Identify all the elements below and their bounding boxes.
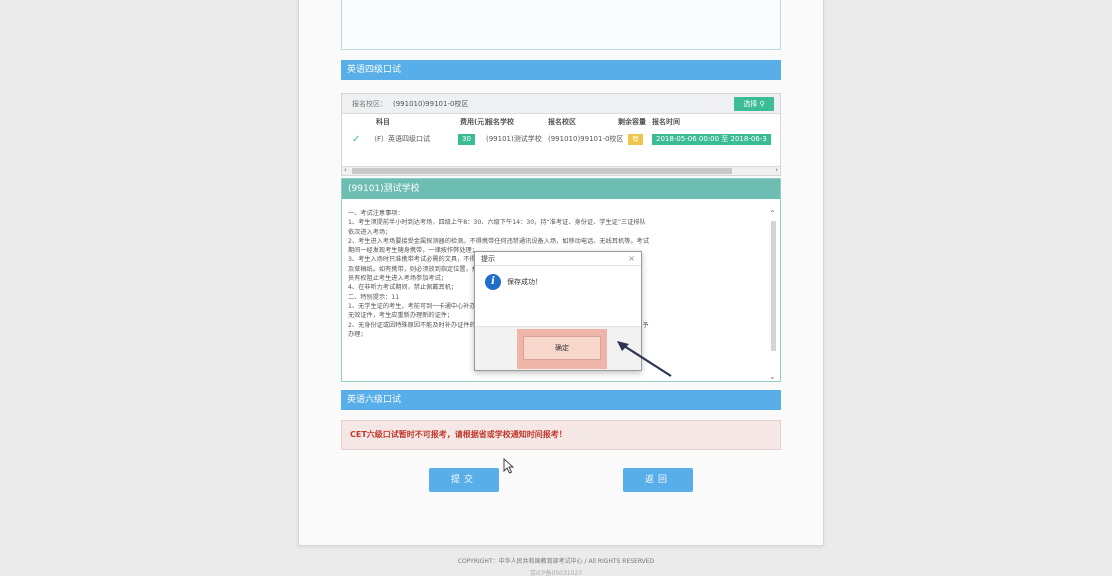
cet6-alert: CET六级口试暂时不可报考，请根据省或学校通知时间报考！ bbox=[341, 420, 781, 450]
cet6-alert-text: CET六级口试暂时不可报考，请根据省或学校通知时间报考！ bbox=[350, 430, 567, 439]
top-content-box bbox=[341, 0, 781, 50]
table-row[interactable]: ✓ （F）英语四级口试 30 (99101)测试学校 (991010)99101… bbox=[342, 131, 780, 148]
scrollbar-thumb[interactable] bbox=[771, 221, 776, 351]
col-school: 报名学校 bbox=[486, 118, 514, 126]
dialog-message: 保存成功！ bbox=[507, 278, 542, 286]
campus-panel: 报名校区： (991010)99101-0校区 选择 ⚲ 科目 费用(元) 报名学… bbox=[341, 93, 781, 176]
notice-line: 1、考生须提前半小时到达考场，四级上午8：30、六级下午14：30，持“准考证、… bbox=[348, 219, 646, 227]
cet4-section-title: 英语四级口试 bbox=[347, 65, 402, 75]
scrollbar-thumb[interactable] bbox=[352, 168, 732, 174]
mouse-cursor-icon bbox=[503, 458, 515, 474]
annotation-arrow-icon bbox=[617, 341, 672, 377]
notice-line: 2、考生进入考场要接受金属探测器的检测。不得携带任何违禁通讯设备入场，如移动电话… bbox=[348, 237, 649, 245]
cell-subject: （F）英语四级口试 bbox=[370, 135, 431, 143]
ok-button[interactable]: 确定 bbox=[523, 336, 601, 360]
notice-line: 依次进入考场； bbox=[348, 228, 392, 236]
school-title: (99101)测试学校 bbox=[342, 179, 780, 199]
choose-campus-button[interactable]: 选择 ⚲ bbox=[734, 97, 774, 111]
vertical-scrollbar[interactable]: ⌃ ⌄ bbox=[769, 209, 778, 381]
choose-button-label: 选择 bbox=[743, 100, 758, 108]
info-icon: i bbox=[485, 274, 501, 290]
col-subject: 科目 bbox=[376, 118, 390, 126]
ok-button-label: 确定 bbox=[555, 344, 569, 352]
notice-line: 一、考试注意事项： bbox=[348, 210, 404, 217]
scroll-down-icon[interactable]: ⌄ bbox=[769, 372, 776, 381]
col-time: 报名时间 bbox=[652, 118, 680, 126]
col-fee: 费用(元) bbox=[460, 118, 488, 126]
campus-row: 报名校区： (991010)99101-0校区 选择 ⚲ bbox=[342, 94, 780, 114]
footer: COPYRIGHT：中华人民共和国教育部考试中心 / All RIGHTS RE… bbox=[0, 556, 1112, 576]
col-remaining: 剩余容量 bbox=[618, 118, 646, 126]
dialog-title-bar: 提示 × bbox=[475, 252, 641, 266]
back-button[interactable]: 返回 bbox=[623, 468, 693, 492]
submit-button[interactable]: 提交 bbox=[429, 468, 499, 492]
campus-value: (991010)99101-0校区 bbox=[393, 100, 469, 108]
scroll-left-icon[interactable]: ‹ bbox=[344, 166, 347, 174]
search-icon: ⚲ bbox=[759, 100, 765, 108]
cet6-section-header: 英语六级口试 bbox=[341, 390, 781, 410]
submit-button-label: 提交 bbox=[450, 475, 477, 485]
cell-fee: 30 bbox=[458, 134, 475, 145]
footer-copyright: COPYRIGHT：中华人民共和国教育部考试中心 / All RIGHTS RE… bbox=[457, 558, 655, 565]
horizontal-scrollbar[interactable]: ‹ › bbox=[342, 166, 780, 175]
cell-school: (99101)测试学校 bbox=[486, 135, 542, 143]
dialog-title: 提示 bbox=[481, 255, 495, 263]
cet6-section-title: 英语六级口试 bbox=[347, 395, 402, 405]
col-campus: 报名校区 bbox=[548, 118, 576, 126]
scroll-up-icon[interactable]: ⌃ bbox=[769, 209, 776, 218]
table-header: 科目 费用(元) 报名学校 报名校区 剩余容量 报名时间 bbox=[342, 114, 780, 131]
cell-remaining: 有 bbox=[628, 134, 643, 145]
close-icon[interactable]: × bbox=[628, 252, 635, 266]
checkmark-icon: ✓ bbox=[352, 134, 361, 145]
cell-time: 2018-05-06 00:00 至 2018-06-3 bbox=[652, 134, 771, 145]
campus-label: 报名校区： bbox=[352, 100, 387, 108]
cet4-section-header: 英语四级口试 bbox=[341, 60, 781, 80]
back-button-label: 返回 bbox=[644, 475, 671, 485]
footer-icp: 京ICP备05031027 bbox=[529, 570, 583, 576]
dialog-body: i 保存成功！ bbox=[475, 266, 641, 326]
cell-campus: (991010)99101-0校区 bbox=[548, 135, 624, 143]
scroll-right-icon[interactable]: › bbox=[775, 166, 778, 174]
